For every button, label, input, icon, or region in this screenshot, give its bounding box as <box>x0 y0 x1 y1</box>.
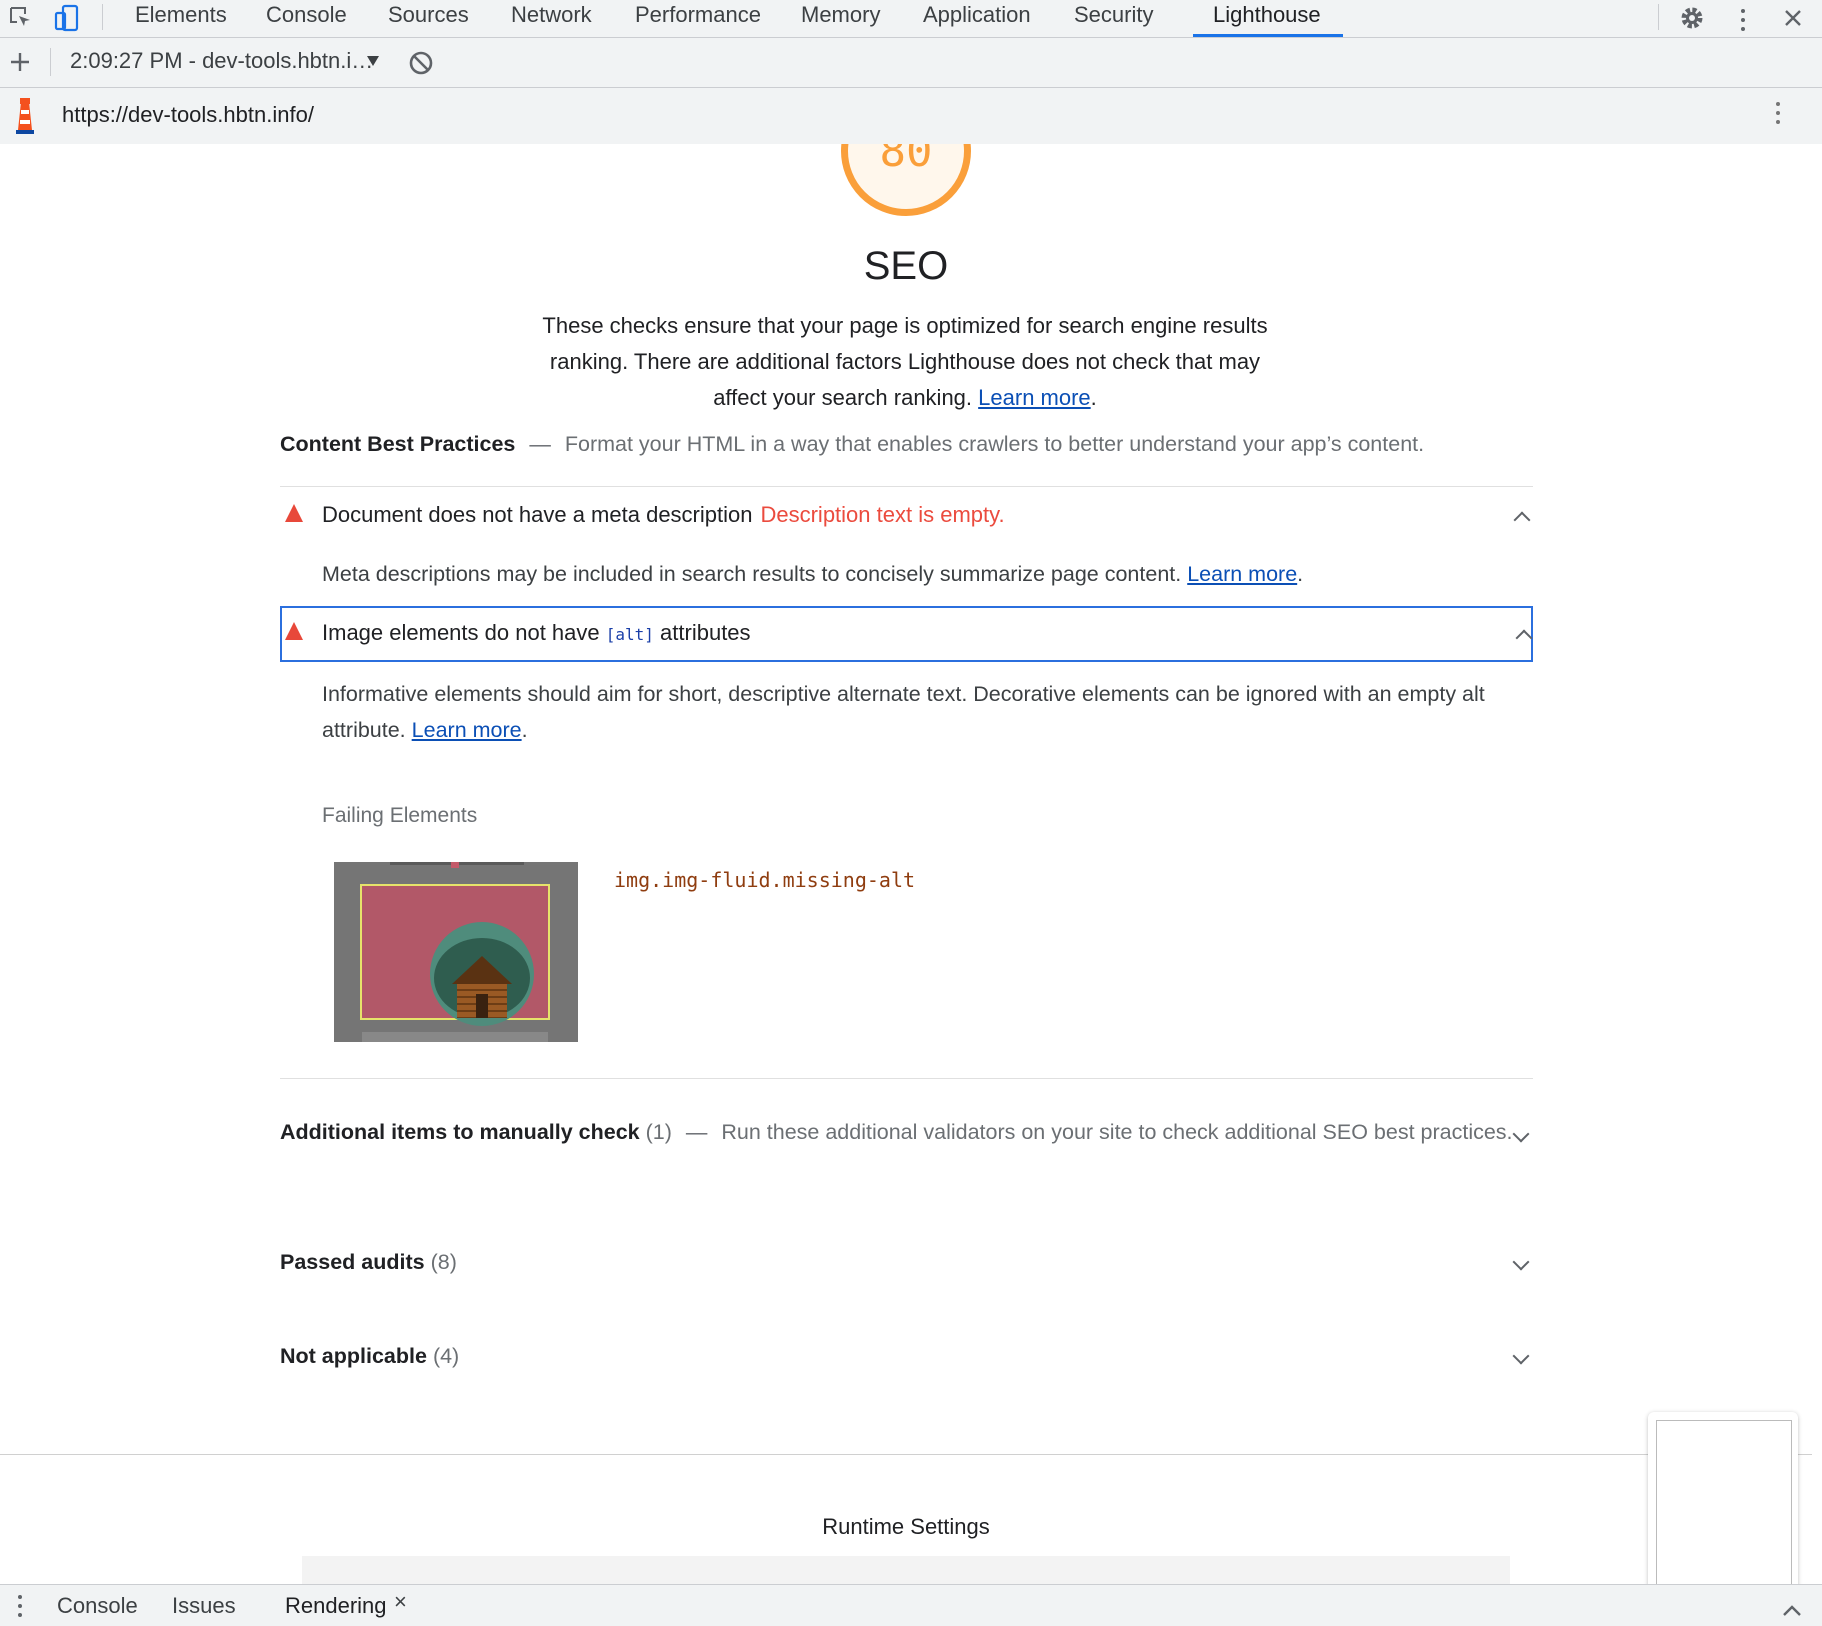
inspect-element-icon[interactable] <box>6 0 36 36</box>
tab-application[interactable]: Application <box>923 0 1031 36</box>
toolbar-divider <box>50 48 51 76</box>
audit-description: Meta descriptions may be included in sea… <box>322 562 1304 586</box>
audit-description-text: Meta descriptions may be included in sea… <box>322 562 1182 586</box>
collapse-drawer-icon[interactable] <box>1782 1603 1802 1622</box>
devtools-tab-bar: Elements Console Sources Network Perform… <box>0 0 1822 38</box>
tab-lighthouse[interactable]: Lighthouse <box>1193 0 1343 37</box>
tab-sources[interactable]: Sources <box>388 0 469 36</box>
drawer-tab-issues[interactable]: Issues <box>172 1593 236 1619</box>
audit-title-before: Image elements do not have <box>322 620 600 645</box>
group-passed-audits[interactable]: Passed audits (8) <box>280 1244 1530 1280</box>
category-description: These checks ensure that your page is op… <box>542 313 1268 410</box>
dropdown-arrow-icon[interactable] <box>366 54 380 72</box>
toolbar-divider <box>102 4 103 30</box>
score-value: 80 <box>879 144 933 177</box>
learn-more-link[interactable]: Learn more <box>978 385 1091 410</box>
add-icon[interactable] <box>8 50 32 79</box>
group-title: Passed audits <box>280 1250 425 1274</box>
score-gauge: 80 <box>841 144 971 216</box>
drawer-tab-rendering[interactable]: Rendering <box>285 1593 387 1619</box>
clear-icon[interactable] <box>408 50 434 81</box>
runtime-settings-table <box>302 1556 1510 1584</box>
lighthouse-toolbar: 2:09:27 PM - dev-tools.hbtn.i… <box>0 38 1822 88</box>
page-preview-panel[interactable] <box>1648 1412 1798 1608</box>
more-options-icon[interactable] <box>1737 0 1749 36</box>
lighthouse-icon <box>12 98 38 139</box>
lighthouse-report: 80 SEO These checks ensure that your pag… <box>0 144 1822 1584</box>
category-title: SEO <box>863 244 949 288</box>
group-count: (8) <box>430 1250 457 1274</box>
report-select[interactable]: 2:09:27 PM - dev-tools.hbtn.i… <box>70 48 373 74</box>
report-url-bar: https://dev-tools.hbtn.info/ <box>0 88 1822 144</box>
tab-elements[interactable]: Elements <box>135 0 227 36</box>
divider <box>280 1078 1533 1079</box>
chevron-up-icon[interactable] <box>1513 511 1531 529</box>
failing-element-selector[interactable]: img.img-fluid.missing-alt <box>614 868 915 892</box>
group-manual-check[interactable]: Additional items to manually check (1) —… <box>280 1114 1530 1150</box>
tab-security[interactable]: Security <box>1074 0 1153 36</box>
more-options-icon[interactable] <box>1776 102 1780 129</box>
group-description: Format your HTML in a way that enables c… <box>564 432 1425 456</box>
tab-memory[interactable]: Memory <box>801 0 880 36</box>
chevron-up-icon[interactable] <box>1515 629 1533 647</box>
toolbar-divider <box>1658 4 1659 30</box>
report-url: https://dev-tools.hbtn.info/ <box>62 102 314 127</box>
audit-meta-description[interactable]: Document does not have a meta descriptio… <box>280 488 1533 544</box>
learn-more-link[interactable]: Learn more <box>412 718 522 742</box>
audit-title-text: Document does not have a meta descriptio… <box>322 502 753 527</box>
group-not-applicable[interactable]: Not applicable (4) <box>280 1338 1530 1374</box>
divider <box>0 1454 1812 1455</box>
category-description-text: These checks ensure that your page is op… <box>542 313 1268 410</box>
runtime-settings-title: Runtime Settings <box>822 1514 990 1539</box>
audit-title: Image elements do not have [alt] attribu… <box>322 620 751 646</box>
audit-title: Document does not have a meta descriptio… <box>322 502 1005 528</box>
close-icon[interactable] <box>1780 0 1806 36</box>
close-tab-icon[interactable]: × <box>394 1589 407 1615</box>
warning-triangle-icon <box>285 622 303 640</box>
group-content-best-practices: Content Best Practices — Format your HTM… <box>280 426 1530 462</box>
audit-title-after: attributes <box>660 620 751 645</box>
audit-description: Informative elements should aim for shor… <box>322 682 1485 742</box>
group-title: Additional items to manually check <box>280 1120 640 1144</box>
group-count: (1) <box>645 1120 672 1144</box>
group-dash: — <box>529 432 551 456</box>
tab-console[interactable]: Console <box>266 0 347 36</box>
audit-error-text: Description text is empty. <box>760 502 1005 527</box>
tab-network[interactable]: Network <box>511 0 592 36</box>
device-toolbar-icon[interactable] <box>52 0 82 36</box>
audit-image-alt[interactable]: Image elements do not have [alt] attribu… <box>280 606 1533 662</box>
group-count: (4) <box>432 1344 460 1368</box>
group-dash: — <box>685 1120 708 1144</box>
warning-triangle-icon <box>285 504 303 522</box>
drawer-menu-icon[interactable] <box>18 1595 22 1622</box>
learn-more-link[interactable]: Learn more <box>1187 562 1297 586</box>
divider <box>280 486 1533 487</box>
drawer-tab-console[interactable]: Console <box>57 1593 138 1619</box>
settings-gear-icon[interactable] <box>1678 0 1706 36</box>
element-screenshot-thumbnail <box>334 862 578 1042</box>
group-title: Not applicable <box>280 1344 427 1368</box>
audit-title-code: [alt] <box>605 625 654 644</box>
failing-elements-label: Failing Elements <box>322 804 478 827</box>
group-title: Content Best Practices <box>280 432 516 456</box>
tab-performance[interactable]: Performance <box>635 0 761 36</box>
devtools-drawer: Console Issues Rendering × <box>0 1584 1822 1626</box>
group-description: Run these additional validators on your … <box>721 1120 1513 1144</box>
